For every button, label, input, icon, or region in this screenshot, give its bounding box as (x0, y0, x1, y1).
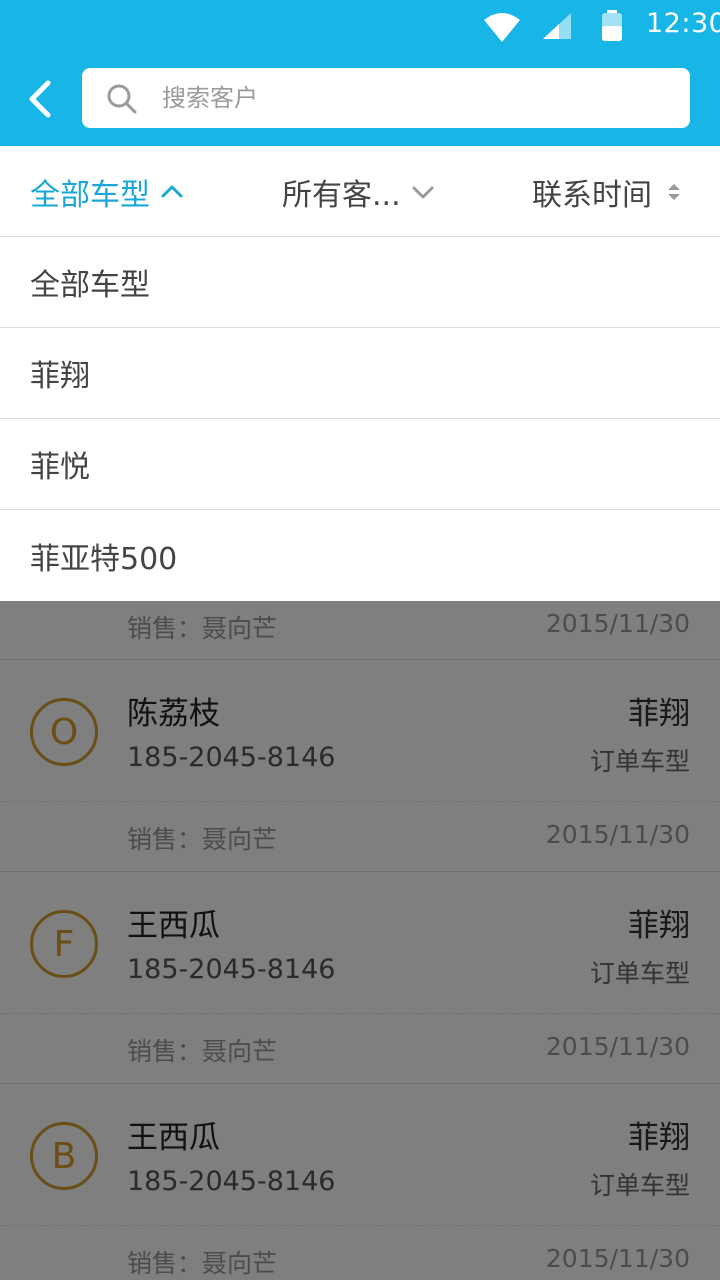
filter-contact-time[interactable]: 联系时间 (532, 146, 686, 237)
dropdown-item-feiyue[interactable]: 菲悦 (0, 419, 720, 510)
filter-customers[interactable]: 所有客... (282, 146, 435, 237)
car-type-dropdown: 全部车型 菲翔 菲悦 菲亚特500 (0, 237, 720, 601)
filter-contact-time-label: 联系时间 (532, 177, 652, 213)
search-input[interactable] (162, 76, 662, 120)
filter-car-type[interactable]: 全部车型 (30, 146, 184, 237)
status-time: 12:30 (646, 8, 720, 39)
signal-icon (543, 13, 571, 39)
chevron-down-icon (412, 186, 434, 198)
filter-bar: 全部车型 所有客... 联系时间 (0, 146, 720, 237)
dropdown-backdrop[interactable] (0, 601, 720, 1280)
filter-customers-label: 所有客... (282, 177, 401, 213)
dropdown-item-fiat500[interactable]: 菲亚特500 (0, 510, 720, 601)
battery-icon (602, 10, 622, 41)
dropdown-item-feixiang[interactable]: 菲翔 (0, 328, 720, 419)
back-arrow-icon[interactable] (24, 78, 60, 120)
search-bar[interactable] (82, 68, 690, 128)
dropdown-item-all[interactable]: 全部车型 (0, 237, 720, 328)
wifi-icon (484, 13, 520, 42)
chevron-up-icon (161, 185, 183, 197)
filter-car-type-label: 全部车型 (30, 177, 150, 213)
search-icon (107, 84, 137, 114)
app-header: 12:30 (0, 0, 720, 146)
status-bar: 12:30 (0, 0, 720, 54)
sort-icon (668, 183, 680, 200)
